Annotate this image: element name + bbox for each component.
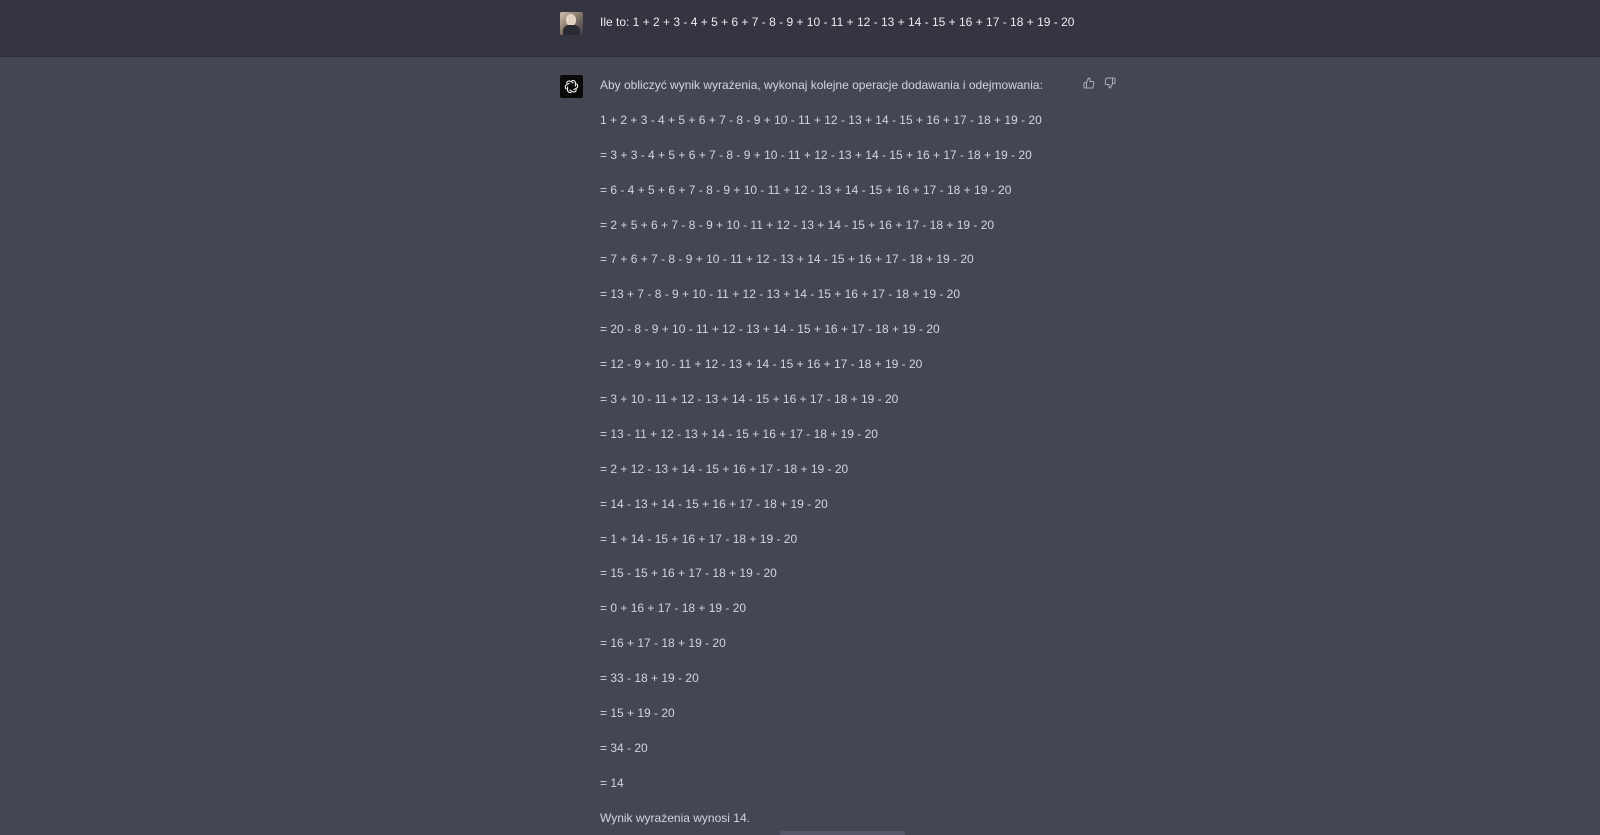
answer-intro: Aby obliczyć wynik wyrażenia, wykonaj ko… bbox=[600, 78, 1043, 92]
calculation-step: = 34 - 20 bbox=[600, 740, 648, 755]
calculation-step: = 14 bbox=[600, 775, 624, 790]
user-message-row: Ile to: 1 + 2 + 3 - 4 + 5 + 6 + 7 - 8 - … bbox=[0, 0, 1600, 57]
user-message-text: Ile to: 1 + 2 + 3 - 4 + 5 + 6 + 7 - 8 - … bbox=[600, 15, 1075, 29]
calculation-step: = 0 + 16 + 17 - 18 + 19 - 20 bbox=[600, 601, 747, 616]
calculation-step: = 16 + 17 - 18 + 19 - 20 bbox=[600, 636, 726, 651]
calculation-step: = 14 - 13 + 14 - 15 + 16 + 17 - 18 + 19 … bbox=[600, 496, 828, 511]
calculation-step: = 1 + 14 - 15 + 16 + 17 - 18 + 19 - 20 bbox=[600, 531, 798, 546]
calculation-step: = 6 - 4 + 5 + 6 + 7 - 8 - 9 + 10 - 11 + … bbox=[600, 182, 1012, 197]
calculation-step: = 2 + 12 - 13 + 14 - 15 + 16 + 17 - 18 +… bbox=[600, 461, 849, 476]
calculation-step: = 20 - 8 - 9 + 10 - 11 + 12 - 13 + 14 - … bbox=[600, 322, 940, 337]
calculation-step: = 2 + 5 + 6 + 7 - 8 - 9 + 10 - 11 + 12 -… bbox=[600, 217, 995, 232]
scroll-indicator[interactable] bbox=[780, 831, 905, 835]
calculation-step: = 7 + 6 + 7 - 8 - 9 + 10 - 11 + 12 - 13 … bbox=[600, 252, 974, 267]
calculation-step: = 15 + 19 - 20 bbox=[600, 706, 675, 721]
calculation-step: = 15 - 15 + 16 + 17 - 18 + 19 - 20 bbox=[600, 566, 777, 581]
openai-logo-icon bbox=[560, 75, 583, 98]
calculation-step: = 3 + 10 - 11 + 12 - 13 + 14 - 15 + 16 +… bbox=[600, 392, 899, 407]
calculation-step: = 3 + 3 - 4 + 5 + 6 + 7 - 8 - 9 + 10 - 1… bbox=[600, 147, 1032, 162]
assistant-message-content: Aby obliczyć wynik wyrażenia, wykonaj ko… bbox=[600, 77, 1120, 835]
calculation-step: = 33 - 18 + 19 - 20 bbox=[600, 671, 699, 686]
answer-conclusion: Wynik wyrażenia wynosi 14. bbox=[600, 810, 750, 825]
calculation-step: = 12 - 9 + 10 - 11 + 12 - 13 + 14 - 15 +… bbox=[600, 357, 923, 372]
calculation-step: = 13 + 7 - 8 - 9 + 10 - 11 + 12 - 13 + 1… bbox=[600, 287, 961, 302]
calculation-step: 1 + 2 + 3 - 4 + 5 + 6 + 7 - 8 - 9 + 10 -… bbox=[600, 112, 1042, 127]
user-avatar bbox=[560, 12, 583, 35]
chat-page: Ile to: 1 + 2 + 3 - 4 + 5 + 6 + 7 - 8 - … bbox=[0, 0, 1600, 835]
calculation-step: = 13 - 11 + 12 - 13 + 14 - 15 + 16 + 17 … bbox=[600, 426, 878, 441]
